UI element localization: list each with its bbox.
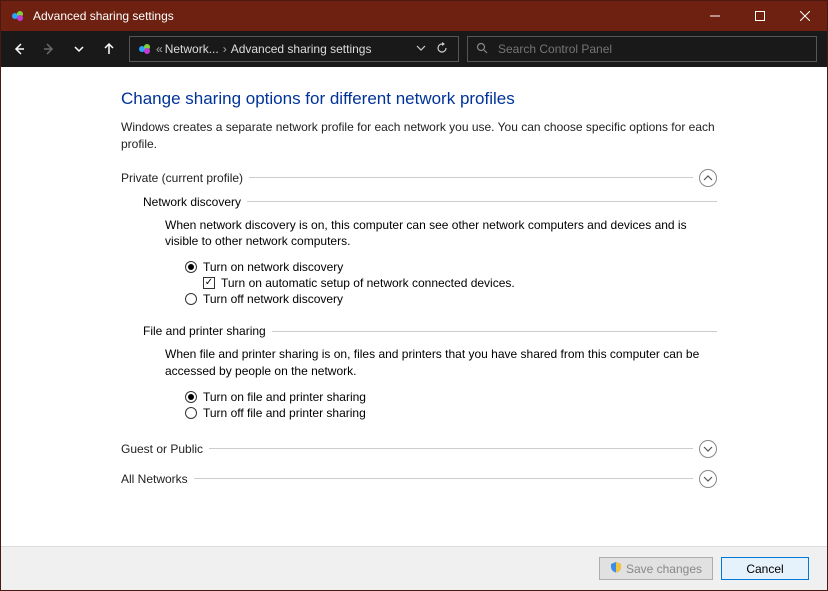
refresh-button[interactable] xyxy=(436,42,448,57)
section-guest-header[interactable]: Guest or Public xyxy=(121,440,717,458)
content-area: Change sharing options for different net… xyxy=(1,67,827,546)
search-icon xyxy=(476,42,488,57)
footer: Save changes Cancel xyxy=(1,546,827,590)
network-discovery-group: Network discovery When network discovery… xyxy=(143,195,717,307)
section-guest-label: Guest or Public xyxy=(121,442,203,456)
checkbox-auto-setup[interactable]: Turn on automatic setup of network conne… xyxy=(203,276,717,290)
radio-label: Turn on file and printer sharing xyxy=(203,390,366,404)
page-heading: Change sharing options for different net… xyxy=(121,89,717,109)
back-button[interactable] xyxy=(5,35,33,63)
navbar: « Network... › Advanced sharing settings xyxy=(1,31,827,67)
divider xyxy=(209,448,693,449)
radio-fileprint-on[interactable]: Turn on file and printer sharing xyxy=(185,390,717,404)
radio-label: Turn on network discovery xyxy=(203,260,343,274)
divider xyxy=(247,201,717,202)
divider xyxy=(249,177,693,178)
page-description: Windows creates a separate network profi… xyxy=(121,119,717,153)
breadcrumb[interactable]: « Network... › Advanced sharing settings xyxy=(129,36,459,62)
radio-icon xyxy=(185,407,197,419)
cancel-button[interactable]: Cancel xyxy=(721,557,809,580)
window-title: Advanced sharing settings xyxy=(33,9,692,23)
section-all-label: All Networks xyxy=(121,472,188,486)
radio-icon xyxy=(185,391,197,403)
save-label: Save changes xyxy=(626,562,702,576)
radio-icon xyxy=(185,293,197,305)
radio-fileprint-off[interactable]: Turn off file and printer sharing xyxy=(185,406,717,420)
checkbox-label: Turn on automatic setup of network conne… xyxy=(221,276,515,290)
radio-label: Turn off file and printer sharing xyxy=(203,406,366,420)
divider xyxy=(272,331,717,332)
search-box[interactable] xyxy=(467,36,817,62)
file-printer-group: File and printer sharing When file and p… xyxy=(143,324,717,420)
breadcrumb-prefix: « xyxy=(156,42,163,56)
close-button[interactable] xyxy=(782,1,827,31)
forward-button[interactable] xyxy=(35,35,63,63)
checkbox-icon xyxy=(203,277,215,289)
minimize-button[interactable] xyxy=(692,1,737,31)
file-printer-title: File and printer sharing xyxy=(143,324,266,338)
breadcrumb-item-network[interactable]: Network... xyxy=(165,42,219,56)
radio-discovery-on[interactable]: Turn on network discovery xyxy=(185,260,717,274)
network-discovery-desc: When network discovery is on, this compu… xyxy=(165,217,717,251)
window-controls xyxy=(692,1,827,31)
cancel-label: Cancel xyxy=(746,562,783,576)
radio-discovery-off[interactable]: Turn off network discovery xyxy=(185,292,717,306)
chevron-down-icon[interactable] xyxy=(699,440,717,458)
section-all-header[interactable]: All Networks xyxy=(121,470,717,488)
window: Advanced sharing settings « Network... ›… xyxy=(0,0,828,591)
search-input[interactable] xyxy=(498,42,808,56)
breadcrumb-item-current[interactable]: Advanced sharing settings xyxy=(231,42,372,56)
breadcrumb-dropdown-icon[interactable] xyxy=(416,42,426,56)
chevron-down-icon[interactable] xyxy=(699,470,717,488)
radio-label: Turn off network discovery xyxy=(203,292,343,306)
app-icon xyxy=(9,7,27,25)
shield-icon xyxy=(610,561,622,576)
titlebar: Advanced sharing settings xyxy=(1,1,827,31)
breadcrumb-icon xyxy=(138,42,152,56)
network-discovery-title: Network discovery xyxy=(143,195,241,209)
recent-locations-button[interactable] xyxy=(65,35,93,63)
up-button[interactable] xyxy=(95,35,123,63)
section-private-label: Private (current profile) xyxy=(121,171,243,185)
section-private-header[interactable]: Private (current profile) xyxy=(121,169,717,187)
file-printer-desc: When file and printer sharing is on, fil… xyxy=(165,346,717,380)
chevron-right-icon: › xyxy=(223,42,227,56)
save-changes-button[interactable]: Save changes xyxy=(599,557,713,580)
radio-icon xyxy=(185,261,197,273)
chevron-up-icon[interactable] xyxy=(699,169,717,187)
maximize-button[interactable] xyxy=(737,1,782,31)
divider xyxy=(194,478,693,479)
